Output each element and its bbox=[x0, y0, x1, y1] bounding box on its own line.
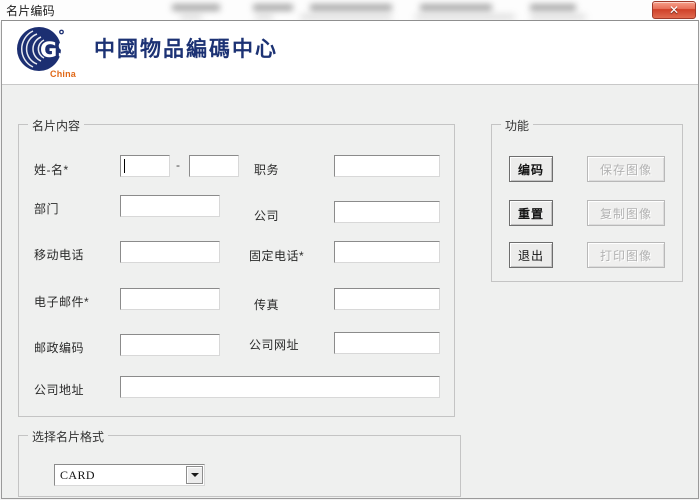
email-input[interactable] bbox=[120, 288, 220, 310]
label-company: 公司 bbox=[254, 209, 280, 223]
label-landline: 固定电话* bbox=[249, 249, 305, 263]
company-input[interactable] bbox=[334, 201, 440, 223]
encode-button[interactable]: 编码 bbox=[509, 156, 553, 182]
card-content-group-label: 名片内容 bbox=[28, 117, 85, 134]
mobile-phone-input[interactable] bbox=[120, 241, 220, 263]
company-address-input[interactable] bbox=[120, 376, 440, 398]
label-email: 电子邮件* bbox=[34, 295, 90, 309]
company-url-input[interactable] bbox=[334, 332, 440, 354]
label-company-url: 公司网址 bbox=[249, 338, 300, 352]
department-input[interactable] bbox=[120, 195, 220, 217]
fax-input[interactable] bbox=[334, 288, 440, 310]
label-company-address: 公司地址 bbox=[34, 383, 85, 397]
close-icon: ✕ bbox=[668, 3, 680, 17]
reset-button[interactable]: 重置 bbox=[509, 200, 553, 226]
gs1-logo-subtitle: China bbox=[50, 69, 77, 79]
svg-text:1: 1 bbox=[58, 40, 67, 62]
card-format-group-label: 选择名片格式 bbox=[28, 428, 109, 445]
card-format-select[interactable]: CARD bbox=[54, 464, 205, 486]
postal-code-input[interactable] bbox=[120, 334, 220, 356]
application-window: GS 1 China 中國物品編碼中心 名片内容 姓-名* 部门 移动电话 电子… bbox=[1, 20, 699, 499]
label-postal-code: 邮政编码 bbox=[34, 341, 85, 355]
header-banner: GS 1 China 中國物品編碼中心 bbox=[2, 21, 698, 85]
label-job-title: 职务 bbox=[254, 163, 280, 177]
exit-button[interactable]: 退出 bbox=[509, 242, 553, 268]
window-title-bar: 名片编码 ✕ bbox=[0, 0, 700, 20]
label-mobile-phone: 移动电话 bbox=[34, 248, 85, 262]
surname-input[interactable] bbox=[120, 155, 170, 177]
save-image-button[interactable]: 保存图像 bbox=[587, 156, 665, 182]
job-title-input[interactable] bbox=[334, 155, 440, 177]
chevron-down-icon[interactable] bbox=[186, 466, 203, 484]
name-separator: - bbox=[176, 158, 180, 172]
label-surname: 姓-名* bbox=[34, 163, 69, 177]
window-title: 名片编码 bbox=[6, 4, 55, 18]
landline-input[interactable] bbox=[334, 241, 440, 263]
app-root: 名片编码 ✕ GS 1 China 中國物品編碼中心 名片内容 姓-名* 部门 … bbox=[0, 0, 700, 500]
label-department: 部门 bbox=[34, 202, 60, 216]
banner-title: 中國物品編碼中心 bbox=[94, 36, 278, 61]
close-button[interactable]: ✕ bbox=[652, 1, 696, 19]
copy-image-button[interactable]: 复制图像 bbox=[587, 200, 665, 226]
print-image-button[interactable]: 打印图像 bbox=[587, 242, 665, 268]
function-group-label: 功能 bbox=[501, 117, 534, 134]
givenname-input[interactable] bbox=[189, 155, 239, 177]
card-format-selected-value: CARD bbox=[60, 468, 95, 482]
label-fax: 传真 bbox=[254, 298, 280, 312]
